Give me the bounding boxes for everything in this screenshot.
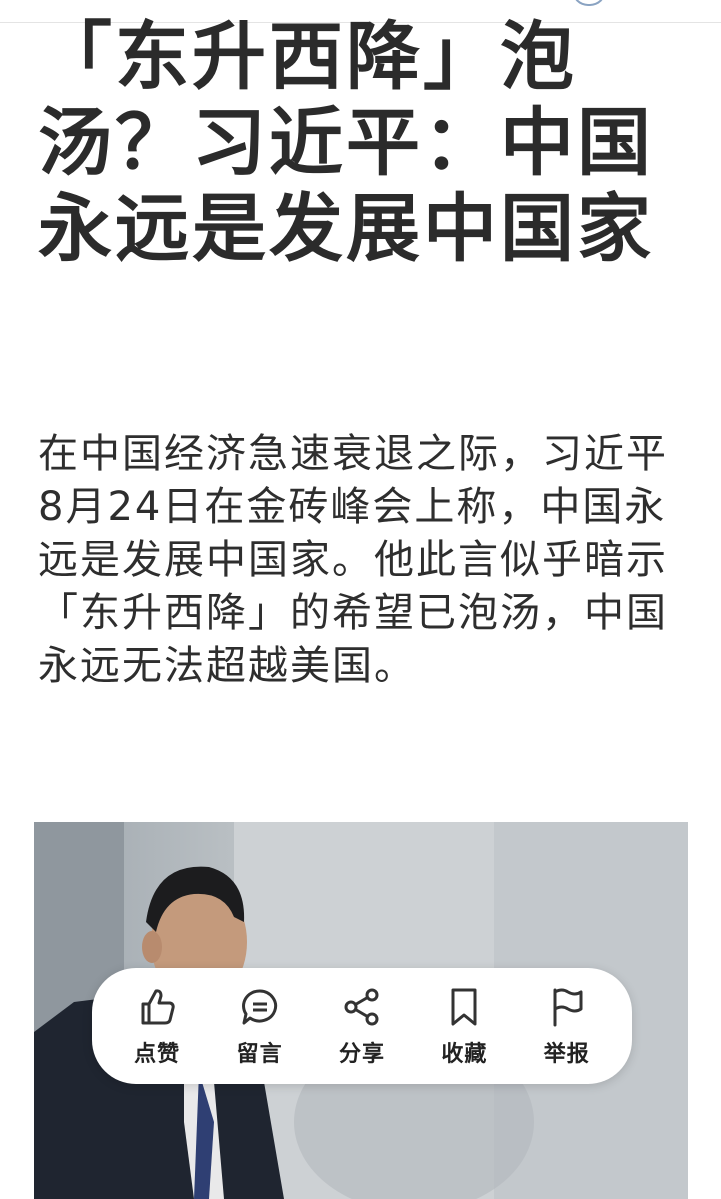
flag-icon (544, 984, 590, 1030)
comment-label: 留言 (236, 1042, 283, 1067)
comment-button[interactable]: 留言 (214, 984, 306, 1068)
site-logo[interactable] (572, 0, 606, 6)
like-label: 点赞 (134, 1042, 181, 1067)
comment-icon (237, 984, 283, 1030)
article-action-bar: 点赞 留言 分享 收藏 举报 (92, 968, 632, 1084)
thumbs-up-icon (134, 984, 180, 1030)
bookmark-label: 收藏 (441, 1042, 488, 1067)
share-icon (339, 984, 385, 1030)
like-button[interactable]: 点赞 (111, 984, 203, 1068)
article-headline: 「东升西降」泡汤？习近平：中国永远是发展中国家 (38, 14, 654, 272)
share-label: 分享 (338, 1042, 385, 1067)
article-summary: 在中国经济急速衰退之际，习近平8月24日在金砖峰会上称，中国永远是发展中国家。他… (38, 431, 668, 689)
bookmark-icon (441, 984, 487, 1030)
bookmark-button[interactable]: 收藏 (418, 984, 510, 1068)
share-button[interactable]: 分享 (316, 984, 408, 1068)
report-button[interactable]: 举报 (521, 984, 613, 1068)
report-label: 举报 (543, 1042, 590, 1067)
